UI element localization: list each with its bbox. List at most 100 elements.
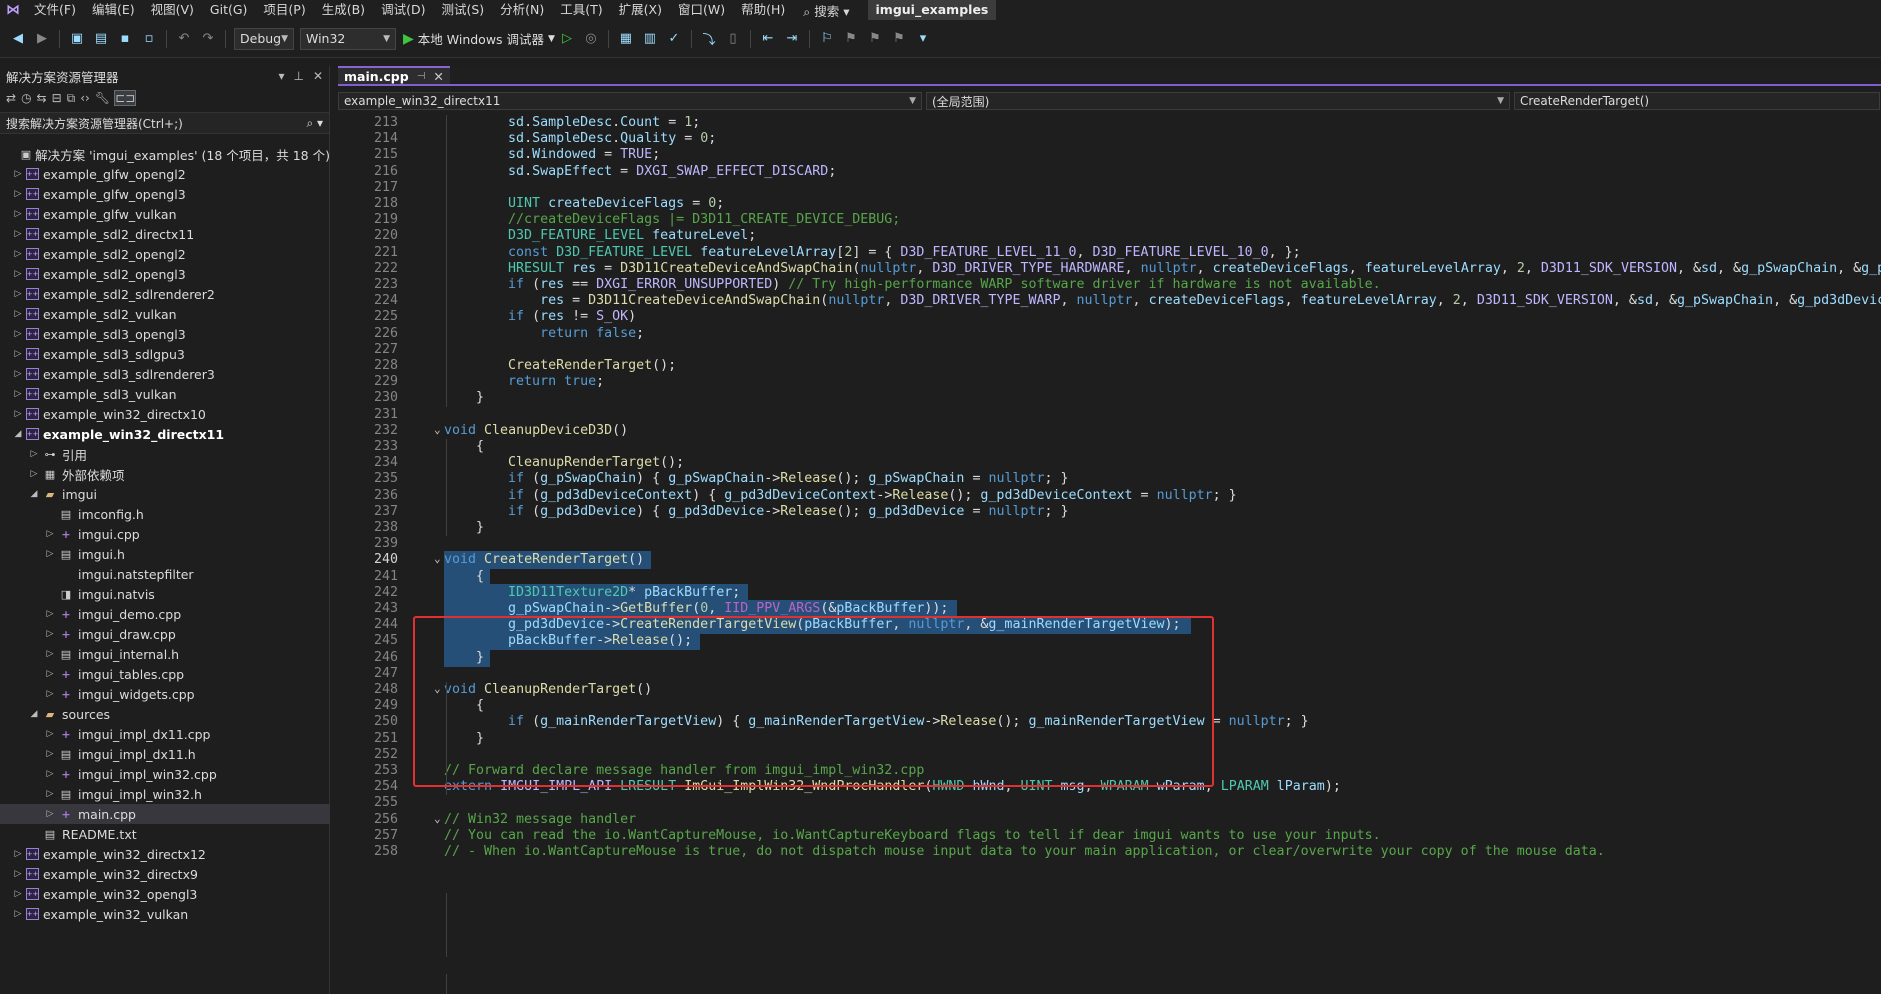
chevron-down-icon[interactable]: ▾ bbox=[278, 69, 284, 83]
next-bookmark-icon[interactable]: ⚑ bbox=[865, 29, 885, 49]
tree-item[interactable]: ▷ ⊶ 引用 bbox=[0, 444, 330, 464]
chevron-right-icon[interactable]: ▷ bbox=[28, 469, 40, 479]
code-icon[interactable]: ‹› bbox=[80, 91, 90, 105]
start-without-debugging-icon[interactable]: ▷ bbox=[557, 29, 577, 49]
chevron-right-icon[interactable]: ▷ bbox=[12, 189, 24, 199]
code-line[interactable]: sd.SwapEffect = DXGI_SWAP_EFFECT_DISCARD… bbox=[444, 164, 836, 179]
history-icon[interactable]: ◷ bbox=[21, 91, 31, 105]
fold-chevron-icon[interactable]: ⌄ bbox=[434, 423, 441, 436]
menu-item[interactable]: 帮助(H) bbox=[733, 0, 793, 20]
tree-item[interactable]: ◢ ++ example_win32_directx11 bbox=[0, 424, 330, 444]
close-icon[interactable]: ✕ bbox=[313, 69, 323, 83]
chevron-right-icon[interactable]: ▷ bbox=[12, 869, 24, 879]
code-line[interactable]: } bbox=[444, 520, 484, 535]
chevron-right-icon[interactable]: ▷ bbox=[44, 629, 56, 639]
back-icon[interactable]: ◀ bbox=[8, 29, 28, 49]
outdent-icon[interactable]: ⇤ bbox=[758, 29, 778, 49]
chevron-right-icon[interactable]: ▷ bbox=[12, 409, 24, 419]
chevron-right-icon[interactable]: ▷ bbox=[12, 169, 24, 179]
tree-item[interactable]: ▷ + imgui_draw.cpp bbox=[0, 624, 330, 644]
toolbar-overflow-icon[interactable]: ▾ bbox=[913, 29, 933, 49]
code-line[interactable]: // You can read the io.WantCaptureMouse,… bbox=[444, 828, 1381, 843]
menu-item[interactable]: 生成(B) bbox=[314, 0, 373, 20]
tree-item[interactable]: ▷ ++ example_sdl3_sdlgpu3 bbox=[0, 344, 330, 364]
code-line[interactable]: { bbox=[444, 439, 484, 454]
tree-item[interactable]: ▷ ▤ imgui_impl_dx11.h bbox=[0, 744, 330, 764]
tree-item[interactable]: ▷ + imgui_impl_win32.cpp bbox=[0, 764, 330, 784]
glyph-margin[interactable] bbox=[338, 114, 358, 994]
code-editor[interactable]: 213 sd.SampleDesc.Count = 1; 214 sd.Sampl… bbox=[338, 114, 1881, 994]
menu-item[interactable]: 扩展(X) bbox=[611, 0, 670, 20]
code-line[interactable]: void CleanupDeviceD3D() bbox=[444, 423, 628, 438]
tree-item[interactable]: ▤ imconfig.h bbox=[0, 504, 330, 524]
save-icon[interactable]: ▪ bbox=[115, 29, 135, 49]
collapse-all-icon[interactable]: ⊟ bbox=[52, 91, 62, 105]
code-line[interactable]: g_pSwapChain->GetBuffer(0, IID_PPV_ARGS(… bbox=[444, 601, 948, 616]
menu-item[interactable]: 文件(F) bbox=[26, 0, 84, 20]
tree-item[interactable]: ▤ README.txt bbox=[0, 824, 330, 844]
code-line[interactable]: HRESULT res = D3D11CreateDeviceAndSwapCh… bbox=[444, 261, 1881, 276]
tree-item[interactable]: ▷ + imgui_tables.cpp bbox=[0, 664, 330, 684]
tree-item[interactable]: ▷ ++ example_sdl2_opengl2 bbox=[0, 244, 330, 264]
step-over-icon[interactable]: ▯ bbox=[723, 29, 743, 49]
code-line[interactable]: CleanupRenderTarget(); bbox=[444, 455, 684, 470]
code-line[interactable]: ID3D11Texture2D* pBackBuffer; bbox=[444, 585, 740, 600]
menu-item[interactable]: 工具(T) bbox=[552, 0, 610, 20]
chevron-right-icon[interactable]: ▷ bbox=[44, 529, 56, 539]
menu-item[interactable]: 项目(P) bbox=[255, 0, 313, 20]
code-line[interactable]: // Win32 message handler bbox=[444, 812, 636, 827]
code-line[interactable]: if (g_pd3dDeviceContext) { g_pd3dDeviceC… bbox=[444, 488, 1237, 503]
code-line[interactable]: D3D_FEATURE_LEVEL featureLevel; bbox=[444, 228, 756, 243]
search-menu[interactable]: ⌕ 搜索 ▾ bbox=[793, 1, 859, 20]
chevron-right-icon[interactable]: ▷ bbox=[12, 249, 24, 259]
tab-main-cpp[interactable]: main.cpp ⊣ ✕ bbox=[338, 66, 450, 84]
tree-item[interactable]: ▷ ▤ imgui_internal.h bbox=[0, 644, 330, 664]
code-line[interactable]: if (g_pSwapChain) { g_pSwapChain->Releas… bbox=[444, 471, 1069, 486]
tree-item[interactable]: ▷ ++ example_sdl3_sdlrenderer3 bbox=[0, 364, 330, 384]
tree-item[interactable]: ◨ imgui.natvis bbox=[0, 584, 330, 604]
chevron-right-icon[interactable]: ▷ bbox=[12, 349, 24, 359]
chevron-right-icon[interactable]: ▷ bbox=[12, 909, 24, 919]
project-dropdown[interactable]: example_win32_directx11 ▼ bbox=[338, 92, 922, 110]
pin-icon[interactable]: ⊣ bbox=[417, 71, 426, 82]
chevron-right-icon[interactable]: ▷ bbox=[44, 669, 56, 679]
chevron-right-icon[interactable]: ▷ bbox=[44, 609, 56, 619]
chevron-right-icon[interactable]: ▷ bbox=[28, 449, 40, 459]
tree-item[interactable]: ▷ + imgui_demo.cpp bbox=[0, 604, 330, 624]
code-line[interactable]: return true; bbox=[444, 374, 604, 389]
code-line[interactable]: if (res != S_OK) bbox=[444, 309, 636, 324]
menu-item[interactable]: 视图(V) bbox=[143, 0, 202, 20]
code-line[interactable]: UINT createDeviceFlags = 0; bbox=[444, 196, 724, 211]
chevron-right-icon[interactable]: ▷ bbox=[44, 649, 56, 659]
new-project-icon[interactable]: ▣ bbox=[67, 29, 87, 49]
start-debugging-button[interactable]: ▶ 本地 Windows 调试器 ▼ bbox=[403, 29, 555, 48]
solution-explorer-search[interactable]: 搜索解决方案资源管理器(Ctrl+;) ⌕ ▾ bbox=[0, 112, 329, 134]
wrench-icon[interactable]: 🔧︎ bbox=[95, 91, 110, 105]
code-line[interactable]: //createDeviceFlags |= D3D11_CREATE_DEVI… bbox=[444, 212, 900, 227]
switch-views-icon[interactable]: ⇄ bbox=[6, 91, 16, 105]
menu-item[interactable]: 编辑(E) bbox=[84, 0, 143, 20]
fold-chevron-icon[interactable]: ⌄ bbox=[434, 552, 441, 565]
code-line[interactable]: CreateRenderTarget(); bbox=[444, 358, 676, 373]
tree-item[interactable]: ▷ + imgui_widgets.cpp bbox=[0, 684, 330, 704]
code-line[interactable]: void CreateRenderTarget() bbox=[444, 552, 644, 567]
tree-item[interactable]: ▷ ▤ imgui.h bbox=[0, 544, 330, 564]
chevron-right-icon[interactable]: ▷ bbox=[12, 889, 24, 899]
code-line[interactable]: sd.SampleDesc.Quality = 0; bbox=[444, 131, 716, 146]
tree-item[interactable]: ▷ ++ example_win32_vulkan bbox=[0, 904, 330, 924]
tree-item[interactable]: ◢ ▰ imgui bbox=[0, 484, 330, 504]
tree-item[interactable]: ▷ ++ example_win32_opengl3 bbox=[0, 884, 330, 904]
platform-select[interactable]: Win32 ▼ bbox=[300, 27, 396, 50]
member-dropdown[interactable]: CreateRenderTarget() bbox=[1514, 92, 1880, 110]
menu-item[interactable]: 窗口(W) bbox=[670, 0, 733, 20]
configuration-select[interactable]: Debug ▼ bbox=[234, 27, 294, 50]
search-input[interactable]: 搜索解决方案资源管理器(Ctrl+;) bbox=[6, 115, 183, 132]
chevron-right-icon[interactable]: ▷ bbox=[12, 229, 24, 239]
tree-item[interactable]: ▷ ++ example_win32_directx10 bbox=[0, 404, 330, 424]
chevron-right-icon[interactable]: ▷ bbox=[44, 809, 56, 819]
chevron-right-icon[interactable]: ▷ bbox=[44, 789, 56, 799]
code-line[interactable]: if (res == DXGI_ERROR_UNSUPPORTED) // Tr… bbox=[444, 277, 1381, 292]
code-line[interactable]: sd.SampleDesc.Count = 1; bbox=[444, 115, 700, 130]
chevron-right-icon[interactable]: ▷ bbox=[44, 729, 56, 739]
tree-item[interactable]: ▷ ▤ imgui_impl_win32.h bbox=[0, 784, 330, 804]
